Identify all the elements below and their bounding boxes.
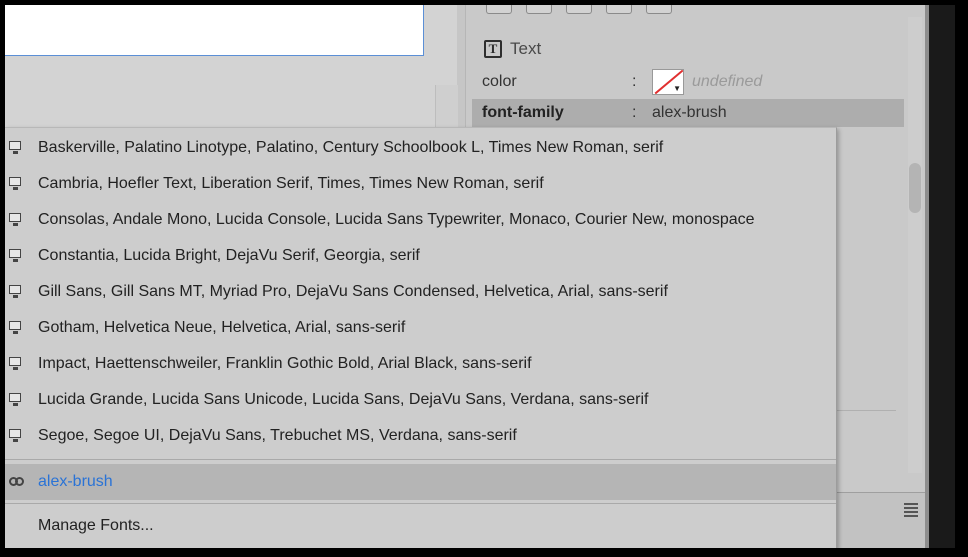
monitor-icon [9, 429, 23, 443]
manage-fonts-option[interactable]: Manage Fonts... [5, 508, 836, 544]
hamburger-menu-icon[interactable] [904, 503, 918, 519]
dropdown-arrow-icon: ▼ [673, 84, 681, 93]
font-option-label: Baskerville, Palatino Linotype, Palatino… [38, 139, 664, 156]
window-edge-border [925, 5, 929, 548]
property-row-font-family[interactable]: font-family : alex-brush [472, 99, 904, 127]
design-canvas [5, 5, 458, 135]
app-window: T Text color : ▼ undefined font-family :… [5, 5, 955, 548]
font-option-label: Gotham, Helvetica Neue, Helvetica, Arial… [38, 319, 406, 336]
scrollbar-thumb[interactable] [909, 163, 921, 213]
link-icon [9, 476, 25, 488]
font-option[interactable]: Impact, Haettenschweiler, Franklin Gothi… [5, 346, 836, 382]
font-option[interactable]: Consolas, Andale Mono, Lucida Console, L… [5, 202, 836, 238]
property-colon: : [632, 104, 637, 121]
font-option-label: Gill Sans, Gill Sans MT, Myriad Pro, Dej… [38, 283, 668, 300]
font-option-label: Consolas, Andale Mono, Lucida Console, L… [38, 211, 755, 228]
color-swatch[interactable]: ▼ [652, 69, 684, 95]
monitor-icon [9, 177, 23, 191]
toolbar-button[interactable] [566, 5, 592, 14]
monitor-icon [9, 357, 23, 371]
font-option-label: Cambria, Hoefler Text, Liberation Serif,… [38, 175, 544, 192]
property-colon: : [632, 73, 637, 90]
panel-scrollbar[interactable] [908, 17, 922, 473]
web-font-option[interactable]: alex-brush [5, 464, 836, 500]
font-option-label: Lucida Grande, Lucida Sans Unicode, Luci… [38, 391, 649, 408]
dropdown-separator [5, 459, 836, 460]
property-value: undefined [692, 73, 763, 90]
monitor-icon [9, 141, 23, 155]
font-option-label: Impact, Haettenschweiler, Franklin Gothi… [38, 355, 532, 372]
toolbar-button[interactable] [486, 5, 512, 14]
property-name: color [482, 73, 517, 90]
font-option[interactable]: Baskerville, Palatino Linotype, Palatino… [5, 130, 836, 166]
text-t-icon: T [484, 40, 502, 58]
text-section-header[interactable]: T Text [484, 37, 541, 61]
toolbar-button[interactable] [606, 5, 632, 14]
property-name: font-family [482, 104, 564, 121]
section-title: Text [510, 39, 542, 58]
toolbar-button[interactable] [526, 5, 552, 14]
web-font-label: alex-brush [38, 473, 113, 490]
monitor-icon [9, 393, 23, 407]
monitor-icon [9, 285, 23, 299]
font-option[interactable]: Gill Sans, Gill Sans MT, Myriad Pro, Dej… [5, 274, 836, 310]
font-family-dropdown: Baskerville, Palatino Linotype, Palatino… [5, 127, 837, 548]
monitor-icon [9, 213, 23, 227]
font-option[interactable]: Segoe, Segoe UI, DejaVu Sans, Trebuchet … [5, 418, 836, 454]
toolbar-button[interactable] [646, 5, 672, 14]
font-option[interactable]: Cambria, Hoefler Text, Liberation Serif,… [5, 166, 836, 202]
monitor-icon [9, 249, 23, 263]
font-option[interactable]: Constantia, Lucida Bright, DejaVu Serif,… [5, 238, 836, 274]
dropdown-separator [5, 503, 836, 504]
monitor-icon [9, 321, 23, 335]
panel-toolbar [480, 5, 880, 17]
window-edge [925, 5, 955, 548]
property-row-color[interactable]: color : ▼ undefined [472, 68, 904, 96]
font-option[interactable]: Gotham, Helvetica Neue, Helvetica, Arial… [5, 310, 836, 346]
font-option-label: Segoe, Segoe UI, DejaVu Sans, Trebuchet … [38, 427, 517, 444]
font-option[interactable]: Lucida Grande, Lucida Sans Unicode, Luci… [5, 382, 836, 418]
canvas-text-box[interactable] [5, 5, 424, 56]
font-option-label: Constantia, Lucida Bright, DejaVu Serif,… [38, 247, 420, 264]
property-value: alex-brush [652, 104, 727, 121]
manage-fonts-label: Manage Fonts... [38, 517, 154, 534]
